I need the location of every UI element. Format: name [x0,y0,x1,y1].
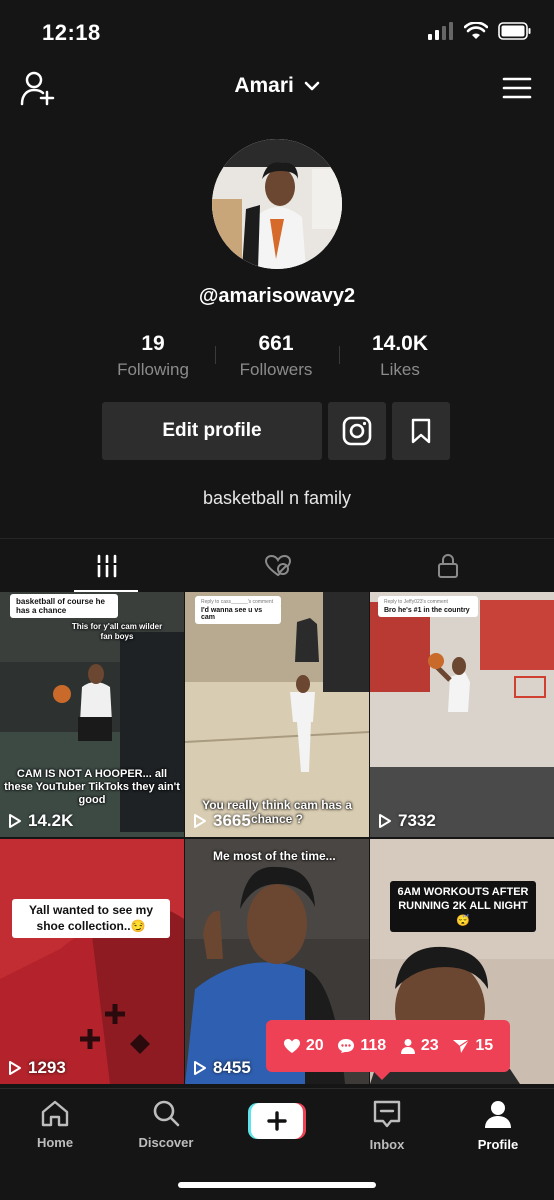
profile-handle: @amarisowavy2 [198,285,356,307]
play-icon [379,814,391,828]
chevron-down-icon [304,82,319,91]
nav-profile[interactable]: Profile [453,1099,543,1152]
reply-bubble: basketball of course he has a chance [10,594,118,618]
play-icon [9,1061,21,1075]
view-count-value: 8455 [213,1058,251,1077]
profile-stats: 19 Following 661 Followers 14.0K Likes [0,332,554,382]
video-label: Yall wanted to see my shoe collection..😏 [12,899,170,939]
stat-followers[interactable]: 661 Followers [216,332,336,380]
wifi-icon [464,22,488,39]
video-thumbnail[interactable]: Reply to Jeffy023's comment Bro he's #1 … [370,592,554,837]
video-preview-image [0,839,184,1084]
view-count: 8455 [193,1058,251,1078]
nav-home-label: Home [36,1135,74,1150]
heart-icon [283,1039,300,1053]
video-overlay-text: CAM IS NOT A HOOPER... all these YouTube… [4,768,180,807]
play-icon [9,814,21,828]
hamburger-menu-icon [502,77,532,99]
content-tabs [0,538,554,592]
top-nav: Amari [0,64,554,114]
video-label: 6AM WORKOUTS AFTER RUNNING 2K ALL NIGHT … [390,881,536,932]
favorites-button[interactable] [392,402,450,460]
view-count-value: 1293 [28,1058,66,1077]
stat-followers-value: 661 [258,332,294,355]
tab-private[interactable] [355,539,540,593]
nav-discover-label: Discover [138,1135,194,1150]
reply-bubble: Bro he's #1 in the country [378,604,478,617]
stat-following[interactable]: 19 Following [93,332,213,380]
view-count: 7332 [378,811,436,831]
home-icon [41,1100,69,1127]
followers-notification: 23 [400,1037,439,1055]
search-icon [153,1100,180,1127]
view-count-value: 14.2K [28,811,74,830]
nav-inbox[interactable]: Inbox [342,1099,432,1152]
instagram-button[interactable] [328,402,386,460]
profile-icon [485,1101,511,1128]
cellular-signal-icon [428,22,453,40]
likes-notification: 20 [283,1037,324,1055]
avatar[interactable] [212,139,342,269]
status-icons [428,22,532,40]
video-grid: basketball of course he has a chance Thi… [0,592,554,1088]
video-top-text: Me most of the time... [213,849,336,863]
followers-count: 23 [420,1037,439,1054]
nav-inbox-label: Inbox [369,1137,405,1152]
bookmark-icon [411,418,431,444]
likes-count: 20 [305,1037,324,1054]
profile-bio: basketball n family [202,488,352,508]
mentions-count: 15 [475,1037,494,1054]
create-plus-icon [248,1103,306,1139]
comments-count: 118 [360,1037,387,1054]
battery-icon [498,22,531,40]
comments-notification: 118 [337,1037,386,1055]
create-video-button[interactable] [248,1103,306,1139]
account-name: Amari [234,74,294,97]
play-icon [194,814,206,828]
nav-home[interactable]: Home [10,1099,100,1150]
heart-hidden-icon [264,554,291,577]
video-thumbnail[interactable]: basketball of course he has a chance Thi… [0,592,184,837]
activity-notification[interactable]: 20 118 23 15 [266,1020,510,1080]
account-switcher[interactable]: Amari [0,74,554,98]
mentions-notification: 15 [452,1037,493,1055]
menu-button[interactable] [502,76,532,100]
stat-followers-label: Followers [239,360,313,379]
inbox-icon [373,1100,401,1128]
view-count-value: 3665 [213,811,251,830]
stat-likes-value: 14.0K [371,332,429,355]
stat-likes[interactable]: 14.0K Likes [340,332,460,380]
lock-icon [437,554,458,578]
instagram-icon [342,416,372,446]
nav-discover[interactable]: Discover [121,1099,211,1150]
edit-profile-button[interactable]: Edit profile [102,402,322,460]
tab-liked[interactable] [185,539,370,593]
video-thumbnail[interactable]: Reply to cass______'s comment I'd wanna … [185,592,369,837]
tab-videos[interactable] [14,539,199,593]
view-count: 14.2K [8,811,73,831]
bottom-nav: Home Discover Inbox Profile [0,1088,554,1200]
status-bar: 12:18 [0,0,554,64]
stat-following-label: Following [117,360,189,379]
comment-icon [338,1039,355,1053]
video-preview-image [370,592,554,837]
person-icon [400,1039,415,1054]
video-top-text: This for y'all cam wilder fan boys [71,622,163,641]
grid-icon [96,554,117,578]
avatar-photo [212,139,342,269]
nav-profile-label: Profile [477,1137,519,1152]
play-icon [194,1061,206,1075]
send-icon [453,1039,470,1053]
view-count: 1293 [8,1058,66,1078]
view-count: 3665 [193,811,251,831]
reply-bubble: I'd wanna see u vs cam [195,604,281,624]
status-time: 12:18 [42,20,101,45]
home-indicator [178,1182,376,1188]
stat-likes-label: Likes [380,360,420,379]
video-thumbnail[interactable]: Yall wanted to see my shoe collection..😏… [0,839,184,1084]
stat-following-value: 19 [141,332,165,355]
view-count-value: 7332 [398,811,436,830]
